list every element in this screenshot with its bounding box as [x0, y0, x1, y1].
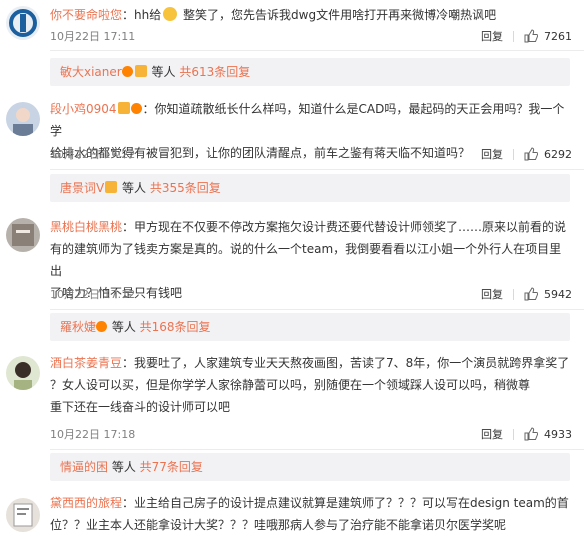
comment-date: 10月22日 17:11 — [50, 30, 136, 43]
avatar[interactable] — [6, 102, 40, 136]
reply-button[interactable]: 回复 — [471, 426, 513, 442]
thumbs-up-icon — [524, 29, 538, 43]
like-button[interactable]: 7261 — [514, 29, 572, 43]
reply-button[interactable]: 回复 — [471, 28, 513, 44]
member-badge-icon — [130, 103, 142, 114]
thumbs-up-icon — [524, 427, 538, 441]
divider — [50, 50, 584, 51]
like-button[interactable]: 5942 — [514, 287, 572, 301]
username[interactable]: 段小鸡0904 — [50, 102, 117, 116]
like-button[interactable]: 6292 — [514, 147, 572, 161]
comment-date: 10月22日 17:22 — [50, 148, 136, 161]
avatar[interactable] — [6, 6, 40, 40]
subreply-count[interactable]: 共168条回复 — [140, 320, 211, 334]
sub-reply-summary[interactable]: 唐景词V 等人 共355条回复 — [50, 174, 570, 202]
member-badge-icon — [96, 321, 108, 332]
laugh-emoji-icon — [163, 7, 178, 21]
username[interactable]: 黛西西的旅程 — [50, 496, 122, 510]
subreply-mid: 等人 — [118, 181, 150, 195]
username[interactable]: 你不要命啦您 — [50, 8, 122, 22]
subreply-count[interactable]: 共77条回复 — [140, 460, 203, 474]
comment-text-cont: 位？？业主本人还能拿设计大奖？？？哇哦那病人参与了治疗能不能拿诺贝尔医学奖呢 — [50, 518, 507, 532]
avatar[interactable] — [6, 498, 40, 532]
comment-text: ：我要吐了，人家建筑专业天天熬夜画图，苦读了7、8年，你一个演员就跨界拿奖了 — [122, 356, 570, 370]
thumbs-up-icon — [524, 147, 538, 161]
comment-text-cont: 有的建筑师为了钱卖方案是真的。说的什么一个team，我倒要看看以江小姐一个外行人… — [50, 242, 562, 278]
like-count: 5942 — [544, 287, 572, 301]
sub-reply-summary[interactable]: 敏大xianer 等人 共613条回复 — [50, 58, 570, 86]
divider — [50, 169, 584, 170]
subreply-user[interactable]: 情逼的困 — [60, 460, 108, 474]
like-count: 6292 — [544, 147, 572, 161]
divider — [50, 309, 584, 310]
comment-text-cont: ？女人设可以买，但是你学学人家徐静蕾可以吗，别随便在一个领域踩人设可以吗，稍微尊 — [50, 378, 531, 392]
sub-reply-summary[interactable]: 情逼的困 等人 共77条回复 — [50, 453, 570, 481]
thumbs-up-icon — [524, 287, 538, 301]
subreply-mid: 等人 — [108, 320, 140, 334]
comment-text: ：甲方现在不仅要不停改方案拖欠设计费还要代替设计师领奖了……原来以前看的说 — [122, 220, 567, 234]
comment-date: 10月22日 17:12 — [50, 288, 136, 301]
sub-reply-summary[interactable]: 羅秋婕 等人 共168条回复 — [50, 313, 570, 341]
comment-text: ：hh给 — [122, 8, 162, 22]
comment-text-cont: 整笑了，您先告诉我dwg文件用啥打开再来微博冷嘲热讽吧 — [179, 8, 497, 22]
subreply-user[interactable]: 羅秋婕 — [60, 320, 96, 334]
divider — [50, 449, 584, 450]
comment-text-cont: 重下还在一线奋斗的设计师可以吧 — [50, 400, 231, 414]
username[interactable]: 黑桃白桃黑桃 — [50, 220, 122, 234]
reply-button[interactable]: 回复 — [471, 146, 513, 162]
subreply-user[interactable]: 唐景词V — [60, 181, 104, 195]
avatar[interactable] — [6, 218, 40, 252]
subreply-user[interactable]: 敏大xianer — [60, 65, 122, 79]
subreply-count[interactable]: 共355条回复 — [150, 181, 221, 195]
like-count: 7261 — [544, 29, 572, 43]
subreply-count[interactable]: 共613条回复 — [179, 65, 250, 79]
like-count: 4933 — [544, 427, 572, 441]
member-badge-icon — [121, 66, 133, 77]
avatar[interactable] — [6, 356, 40, 390]
comment-text: ：业主给自己房子的设计提点建议就算是建筑师了？？？可以写在design team… — [122, 496, 569, 510]
vip-badge-icon — [134, 65, 147, 77]
vip-badge-icon — [105, 181, 118, 193]
subreply-mid: 等人 — [108, 460, 140, 474]
username[interactable]: 酒白茶姜青豆 — [50, 356, 122, 370]
reply-button[interactable]: 回复 — [471, 286, 513, 302]
subreply-mid: 等人 — [147, 65, 180, 79]
like-button[interactable]: 4933 — [514, 427, 572, 441]
vip-badge-icon — [117, 102, 130, 114]
comment-date: 10月22日 17:18 — [50, 428, 136, 441]
